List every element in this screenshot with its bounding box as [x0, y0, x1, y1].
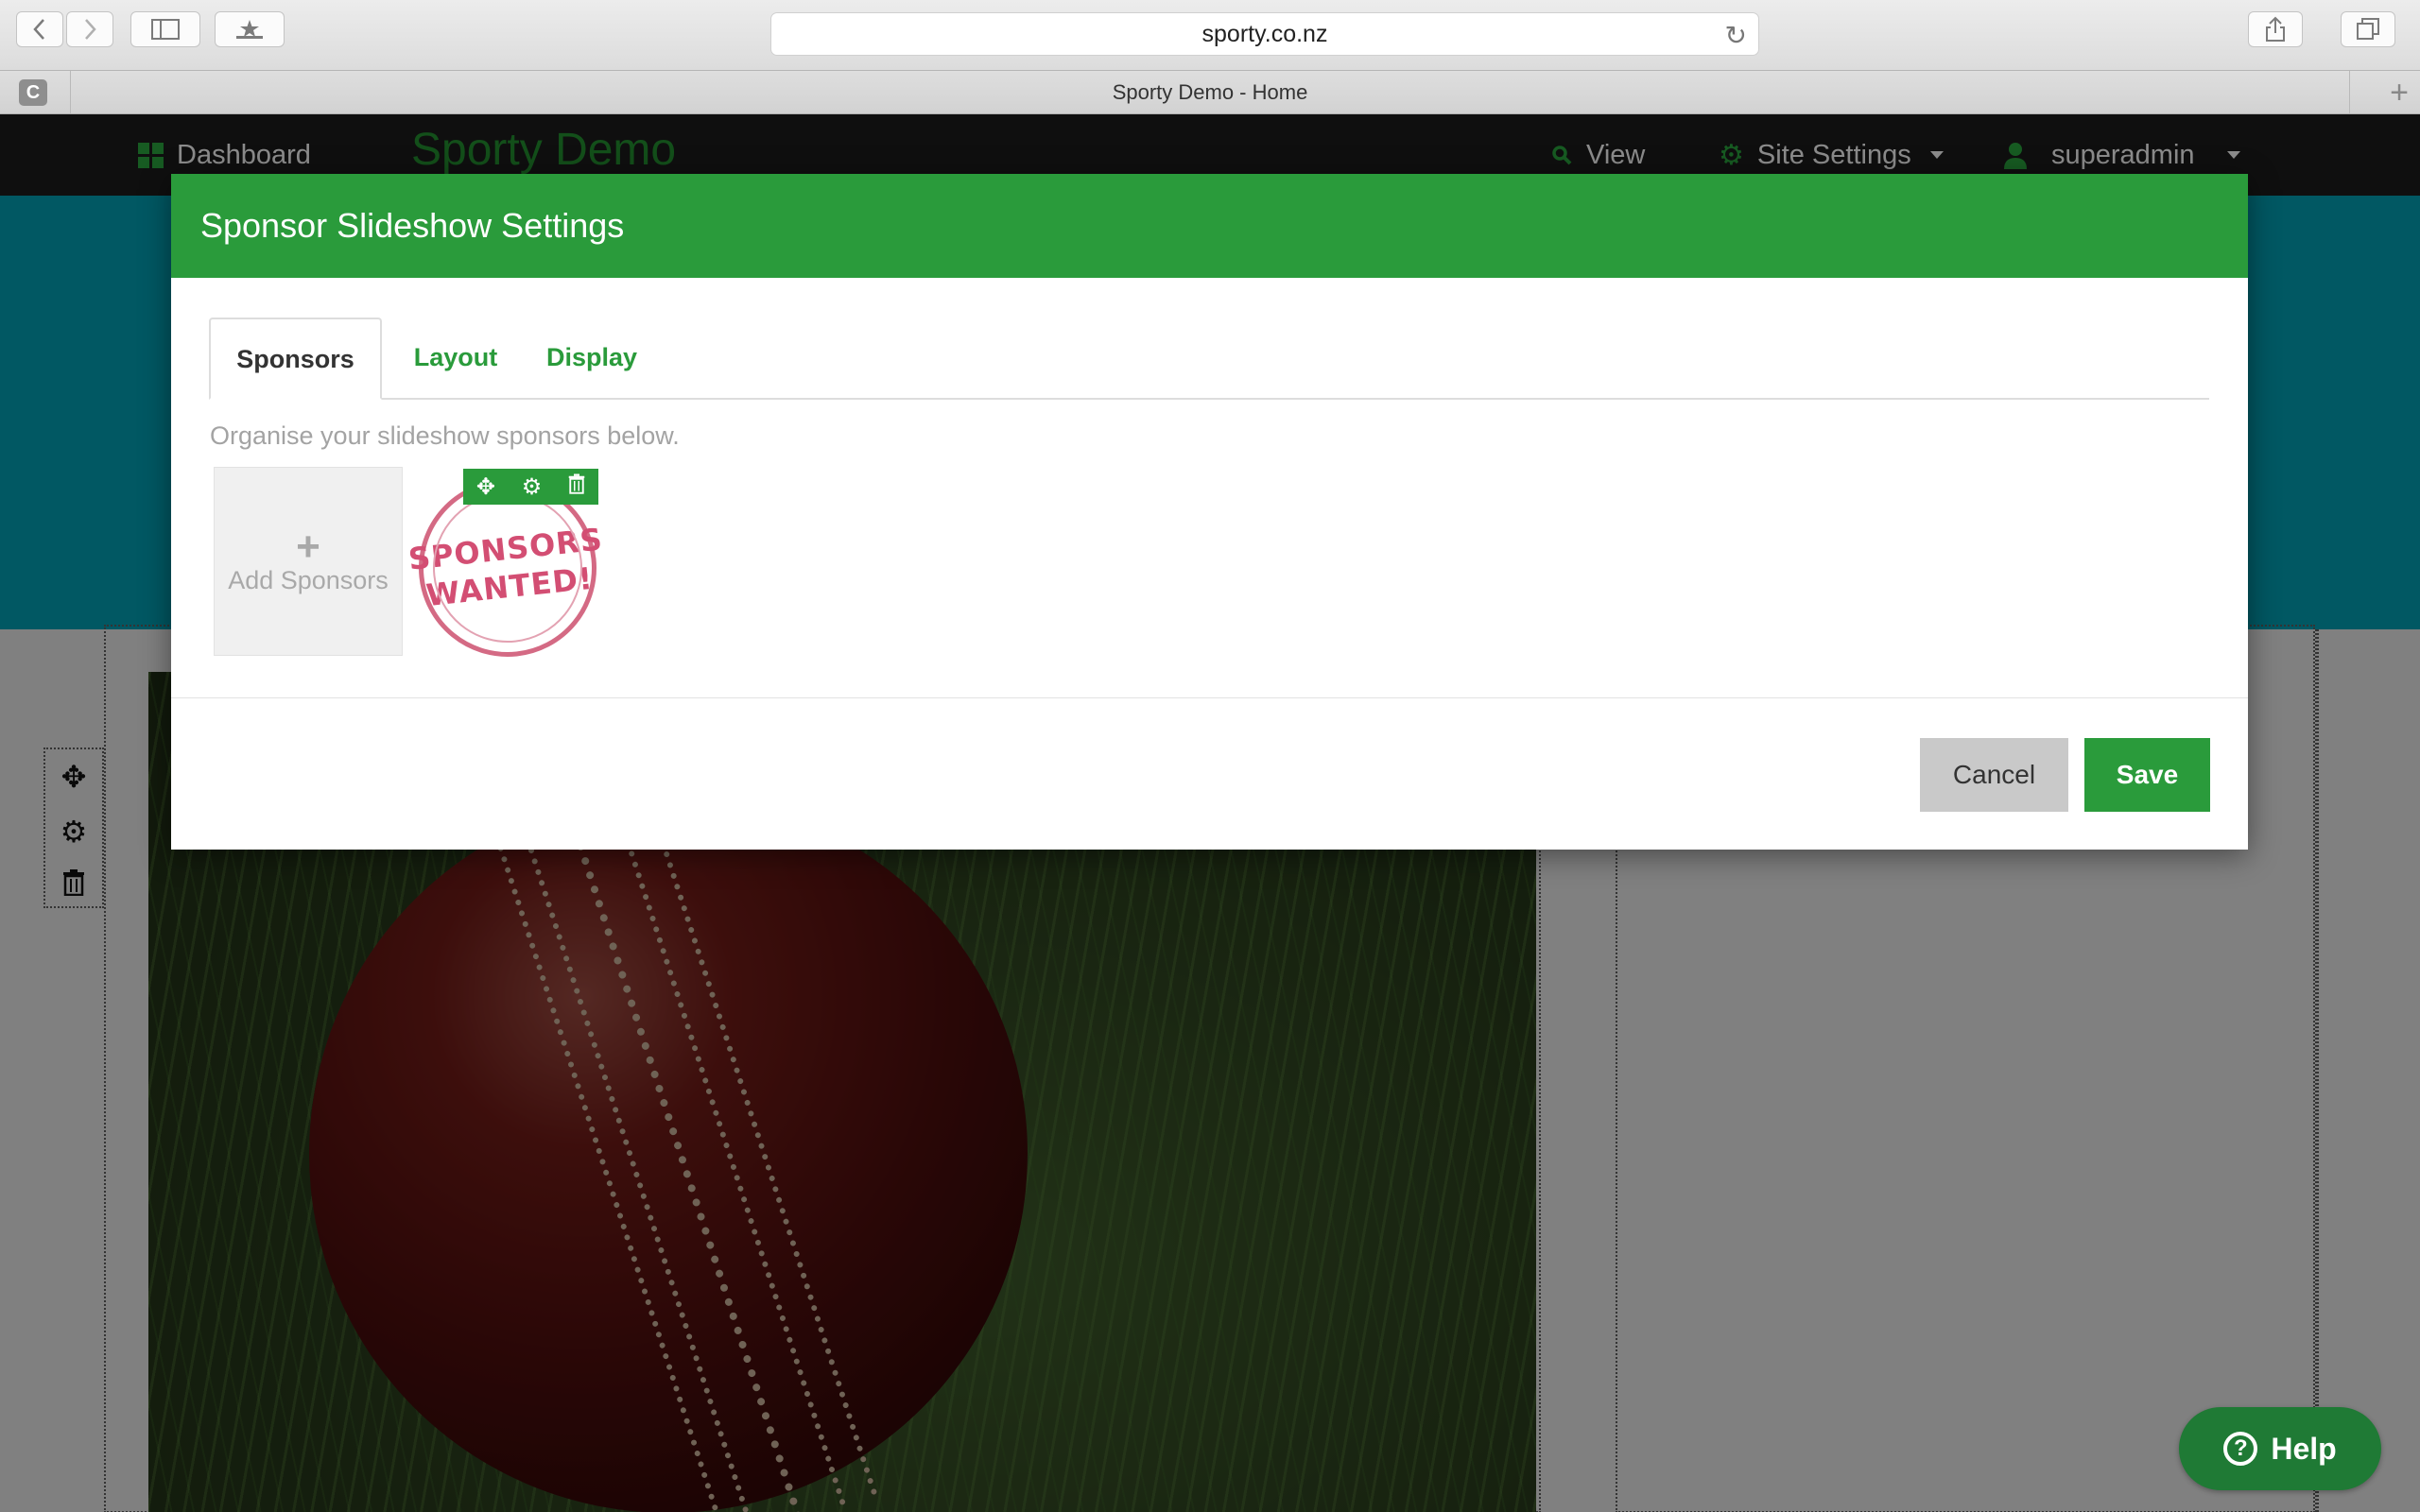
modal-header: Sponsor Slideshow Settings — [171, 174, 2248, 278]
tabs-icon — [2357, 18, 2379, 40]
sponsor-tile-toolbar: ✥ ⚙ — [463, 469, 598, 505]
plus-icon: + — [296, 523, 320, 570]
forward-button[interactable] — [66, 11, 113, 47]
chevron-left-icon — [33, 19, 44, 40]
stamp-ring — [425, 486, 590, 650]
add-sponsors-label: Add Sponsors — [228, 565, 389, 594]
modal-title: Sponsor Slideshow Settings — [200, 206, 625, 245]
new-tab-icon[interactable]: + — [2390, 75, 2409, 112]
chevron-right-icon — [85, 19, 96, 40]
back-button[interactable] — [16, 11, 63, 47]
gear-icon[interactable]: ⚙ — [522, 473, 543, 501]
share-button[interactable] — [2248, 11, 2303, 47]
trash-icon[interactable] — [568, 473, 585, 501]
tab-favicon: C — [19, 79, 47, 106]
move-icon[interactable]: ✥ — [476, 473, 495, 501]
tab-title[interactable]: Sporty Demo - Home — [70, 71, 2350, 113]
add-sponsors-tile[interactable]: + Add Sponsors — [214, 467, 403, 656]
tab-display[interactable]: Display — [530, 318, 653, 398]
modal-tabs: Sponsors Layout Display — [209, 318, 2209, 400]
star-icon — [236, 20, 263, 39]
reload-icon[interactable]: ↻ — [1725, 20, 1747, 51]
sidebar-toggle-button[interactable] — [130, 11, 200, 47]
address-bar[interactable]: sporty.co.nz ↻ — [770, 12, 1759, 56]
help-button[interactable]: ? Help — [2179, 1407, 2381, 1490]
sponsors-hint: Organise your slideshow sponsors below. — [210, 421, 680, 450]
question-icon: ? — [2223, 1432, 2258, 1466]
bookmarks-button[interactable] — [215, 11, 285, 47]
tab-layout[interactable]: Layout — [394, 318, 517, 398]
url-text: sporty.co.nz — [1201, 20, 1328, 47]
sidebar-icon — [151, 19, 180, 40]
tab-bar: C Sporty Demo - Home + — [0, 71, 2420, 114]
browser-toolbar: sporty.co.nz ↻ — [0, 0, 2420, 71]
share-icon — [2266, 16, 2285, 42]
sponsor-slideshow-modal: Sponsor Slideshow Settings Sponsors Layo… — [171, 174, 2248, 850]
modal-footer: Cancel Save — [171, 697, 2248, 850]
save-button[interactable]: Save — [2084, 738, 2210, 812]
tabs-overview-button[interactable] — [2341, 11, 2395, 47]
tab-sponsors[interactable]: Sponsors — [209, 318, 382, 400]
cancel-button[interactable]: Cancel — [1920, 738, 2068, 812]
help-label: Help — [2271, 1431, 2337, 1466]
